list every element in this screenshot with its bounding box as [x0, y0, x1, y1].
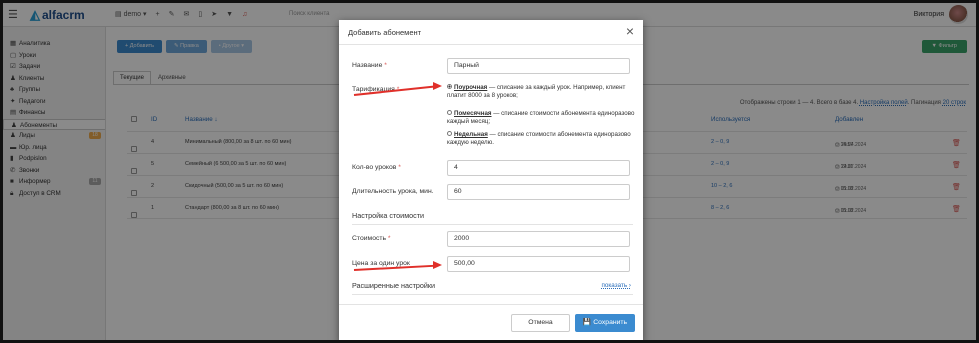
advanced-settings-section: Расширенные настройки — [352, 281, 633, 295]
cost-field[interactable]: 2000 — [447, 231, 630, 247]
cost-label-text: Стоимость — [352, 235, 387, 242]
name-label: Название * — [352, 62, 387, 69]
app-window: ☰ ◭ alfacrm ▤ demo ▾ + ✎ ✉ ▯ ➤ ▼ ♫ Поиск … — [3, 3, 976, 340]
close-icon[interactable]: × — [626, 23, 634, 39]
lesson-duration-field[interactable]: 60 — [447, 184, 630, 200]
annotation-arrow-head-icon — [433, 261, 442, 269]
dialog-footer-divider — [339, 304, 643, 305]
dialog-header: Добавить абонемент × — [339, 20, 643, 45]
tariff-option-per-lesson[interactable]: Поурочная — списание за каждый урок. Нап… — [447, 84, 639, 100]
lessons-count-field[interactable]: 4 — [447, 160, 630, 176]
option-name: Помесячная — [454, 110, 492, 117]
cost-settings-section: Настройка стоимости — [352, 211, 633, 225]
lessons-count-label: Кол-во уроков * — [352, 164, 401, 171]
name-label-text: Название — [352, 62, 383, 69]
radio-icon — [447, 110, 452, 115]
radio-selected-icon — [447, 84, 452, 89]
add-subscription-dialog: Добавить абонемент × Название * Парный Т… — [339, 20, 643, 340]
name-field[interactable]: Парный — [447, 58, 630, 74]
lesson-duration-label: Длительность урока, мин. — [352, 188, 434, 195]
cancel-button[interactable]: Отмена — [511, 314, 570, 332]
show-advanced-link[interactable]: показать › — [602, 282, 632, 289]
radio-icon — [447, 131, 452, 136]
dialog-title: Добавить абонемент — [348, 28, 422, 37]
option-name: Поурочная — [454, 84, 488, 91]
save-button[interactable]: 💾 Сохранить — [575, 314, 635, 332]
lessons-label-text: Кол-во уроков — [352, 164, 397, 171]
cost-label: Стоимость * — [352, 235, 391, 242]
tariff-option-weekly[interactable]: Недельная — списание стоимости абонемент… — [447, 131, 639, 147]
annotation-arrow-head-icon — [433, 82, 442, 90]
price-per-lesson-field[interactable]: 500,00 — [447, 256, 630, 272]
option-name: Недельная — [454, 131, 488, 138]
tariff-option-monthly[interactable]: Помесячная — списание стоимости абонемен… — [447, 110, 639, 126]
